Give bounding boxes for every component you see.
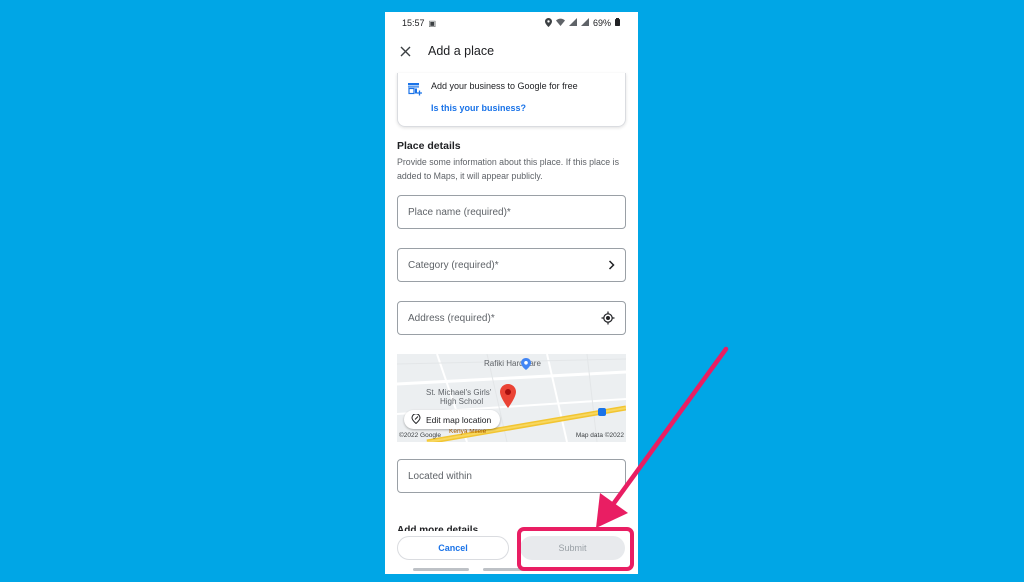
pointer-arrow (596, 346, 729, 528)
